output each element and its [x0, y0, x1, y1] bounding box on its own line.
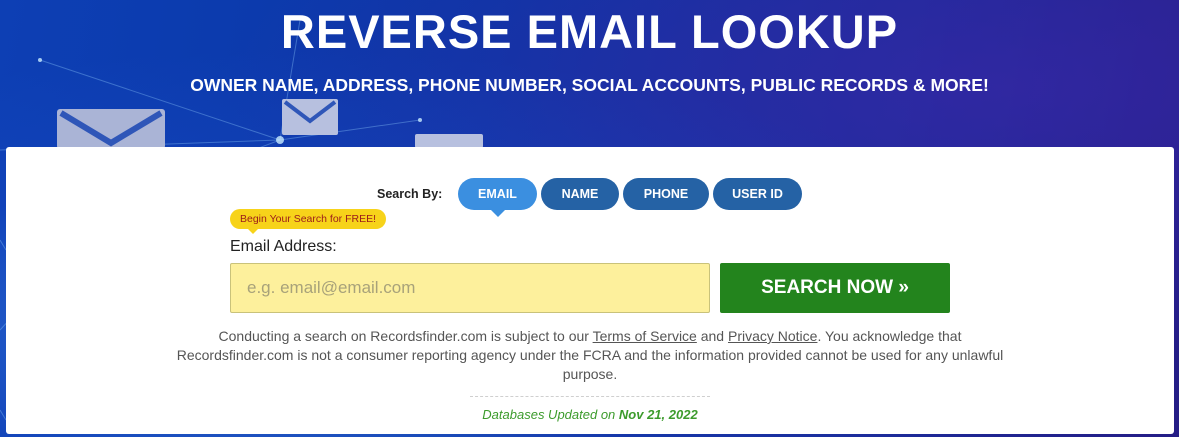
search-now-button[interactable]: SEARCH NOW »	[720, 263, 950, 313]
terms-of-service-link[interactable]: Terms of Service	[593, 328, 697, 344]
search-by-label: Search By:	[377, 187, 443, 201]
envelope-icon	[57, 109, 165, 149]
disclaimer-text-part: and	[696, 328, 728, 344]
search-by-row: Search By: EMAIL NAME PHONE USER ID	[6, 178, 1174, 217]
page-subtitle: OWNER NAME, ADDRESS, PHONE NUMBER, SOCIA…	[190, 75, 989, 95]
disclaimer-text-part: Conducting a search on Recordsfinder.com…	[218, 328, 593, 344]
divider	[470, 396, 710, 397]
disclaimer-text: Conducting a search on Recordsfinder.com…	[176, 327, 1004, 384]
updated-label: Databases Updated on	[482, 407, 619, 422]
tab-user-id[interactable]: USER ID	[713, 178, 802, 210]
free-search-badge: Begin Your Search for FREE!	[230, 209, 386, 234]
hero-banner: REVERSE EMAIL LOOKUP OWNER NAME, ADDRESS…	[0, 0, 1179, 437]
search-card: Search By: EMAIL NAME PHONE USER ID Begi…	[6, 147, 1174, 434]
privacy-notice-link[interactable]: Privacy Notice	[728, 328, 817, 344]
page-title: REVERSE EMAIL LOOKUP	[280, 5, 899, 58]
envelope-icon	[415, 134, 483, 148]
email-input[interactable]	[230, 263, 710, 313]
updated-date: Nov 21, 2022	[618, 407, 698, 422]
envelope-icon	[282, 99, 338, 135]
email-field-label: Email Address:	[230, 238, 337, 255]
tab-email[interactable]: EMAIL	[458, 178, 537, 217]
tab-phone[interactable]: PHONE	[623, 178, 709, 210]
tab-name[interactable]: NAME	[541, 178, 619, 210]
databases-updated: Databases Updated on Nov 21, 2022	[6, 407, 1174, 422]
